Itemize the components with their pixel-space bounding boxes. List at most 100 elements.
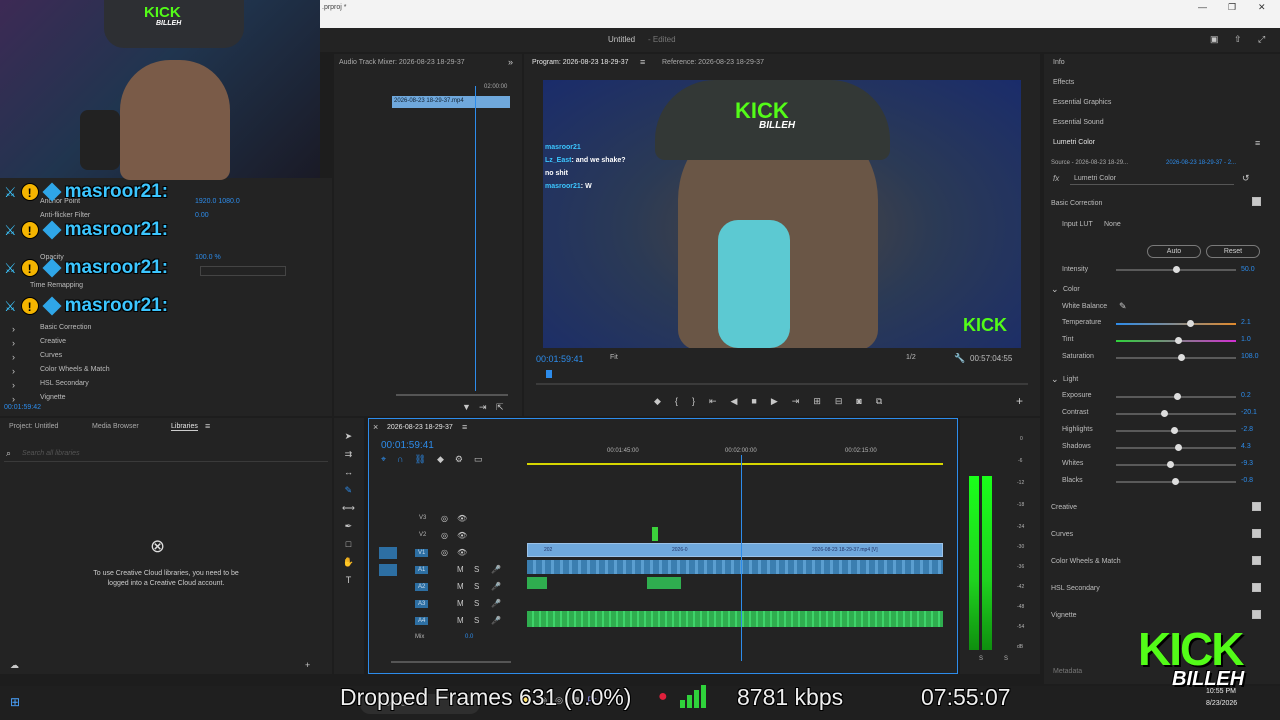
selection-tool-icon[interactable]: ➤ — [342, 430, 355, 442]
mute-icon[interactable]: M — [457, 598, 464, 610]
color-slider[interactable] — [1116, 337, 1236, 344]
marker-icon[interactable]: ◆ — [654, 395, 661, 407]
lumetri-section[interactable]: Color Wheels & Match — [1044, 554, 1280, 574]
audio-clip-a1[interactable] — [527, 560, 943, 574]
add-button-icon[interactable]: + — [1016, 395, 1023, 407]
lumetri-section[interactable]: HSL Secondary — [1044, 581, 1280, 601]
fx-value[interactable]: 0.00 — [195, 212, 209, 219]
timeline-timecode[interactable]: 00:01:59:41 — [381, 440, 434, 451]
light-slider[interactable] — [1116, 427, 1236, 434]
tab-project[interactable]: Project: Untitled — [9, 423, 58, 430]
panel-lumetri-color[interactable]: Lumetri Color — [1053, 139, 1095, 146]
light-slider[interactable] — [1116, 478, 1236, 485]
mark-in-icon[interactable]: { — [675, 395, 678, 407]
fx-value[interactable]: 1920.0 1080.0 — [195, 198, 240, 205]
filter-icon[interactable]: ▼ — [462, 401, 471, 413]
light-slider[interactable] — [1116, 393, 1236, 400]
program-timecode[interactable]: 00:01:59:41 — [536, 354, 584, 364]
captions-icon[interactable]: ▭ — [474, 453, 483, 465]
razor-tool-icon[interactable]: ✎ — [342, 484, 355, 496]
fullscreen-icon[interactable]: ⤢ — [1258, 33, 1265, 45]
quality-select[interactable]: 1/2 — [906, 354, 916, 361]
windows-start-icon[interactable]: ⊞ — [10, 696, 20, 708]
ripple-edit-icon[interactable]: ↔ — [342, 466, 355, 478]
slider-knob[interactable] — [1171, 478, 1179, 485]
eye-icon[interactable]: ◎ — [441, 547, 448, 559]
mic-icon[interactable]: 🎤 — [491, 615, 501, 627]
light-value[interactable]: 0.2 — [1241, 392, 1251, 399]
solo-icon[interactable]: S — [474, 615, 479, 627]
blend-mode-select[interactable] — [200, 266, 286, 276]
tab-program[interactable]: Program: 2026-08-23 18-29-37 — [532, 59, 629, 66]
graphic-clip[interactable] — [652, 527, 658, 541]
color-value[interactable]: 2.1 — [1241, 319, 1251, 326]
search-input[interactable]: Search all libraries — [22, 450, 80, 457]
track-label-v2[interactable]: V2 — [419, 532, 426, 538]
tab-sequence[interactable]: 2026-08-23 18-29-37 — [387, 424, 453, 431]
rectangle-tool-icon[interactable]: □ — [342, 538, 355, 550]
slider-knob[interactable] — [1175, 444, 1183, 451]
chevron-right-icon[interactable]: › — [12, 351, 15, 363]
chevron-right-icon[interactable]: » — [508, 56, 513, 68]
panel-essential-sound[interactable]: Essential Sound — [1053, 119, 1104, 126]
chevron-right-icon[interactable]: › — [12, 337, 15, 349]
wrench-icon[interactable]: ⇱ — [496, 401, 504, 413]
mixer-clip[interactable]: 2026-08-23 18-29-37.mp4 — [392, 96, 510, 108]
reset-icon[interactable]: ↺ — [1242, 172, 1250, 184]
source-patch-v1[interactable] — [379, 547, 397, 559]
track-label-a1[interactable]: A1 — [415, 566, 429, 574]
snap-icon[interactable]: ∩ — [397, 453, 403, 465]
basic-correction-checkbox[interactable] — [1252, 197, 1261, 206]
lumetri-section-checkbox[interactable] — [1252, 556, 1261, 565]
color-slider[interactable] — [1116, 320, 1236, 327]
light-slider[interactable] — [1116, 461, 1236, 468]
light-slider[interactable] — [1116, 410, 1236, 417]
camera-icon[interactable]: ◙ — [856, 395, 861, 407]
timeline-playhead[interactable] — [741, 455, 742, 661]
play-icon[interactable]: ▶ — [771, 395, 778, 407]
nest-icon[interactable]: ⌖ — [381, 453, 386, 465]
section-color[interactable]: Color — [1063, 286, 1080, 293]
slider-knob[interactable] — [1167, 461, 1174, 468]
tab-media-browser[interactable]: Media Browser — [92, 423, 139, 430]
section-basic-correction[interactable]: Basic Correction — [1051, 200, 1102, 207]
program-scrubber[interactable] — [536, 383, 1028, 385]
panel-info[interactable]: Info — [1053, 59, 1065, 66]
color-value[interactable]: 1.0 — [1241, 336, 1251, 343]
light-slider[interactable] — [1116, 444, 1236, 451]
new-item-icon[interactable]: + — [305, 659, 310, 671]
export-frame-icon[interactable]: ⇥ — [479, 401, 487, 413]
source-selector[interactable]: 2026-08-23 18-29-37 - 2... — [1166, 160, 1236, 166]
tab-reference[interactable]: Reference: 2026-08-23 18-29-37 — [662, 59, 764, 66]
stop-icon[interactable]: ■ — [751, 395, 756, 407]
step-back-icon[interactable]: ◀ — [731, 395, 738, 407]
close-icon[interactable]: ✕ — [1258, 2, 1266, 13]
minimize-icon[interactable]: — — [1198, 2, 1207, 12]
fit-select[interactable]: Fit — [610, 354, 618, 361]
lumetri-section-checkbox[interactable] — [1252, 529, 1261, 538]
lumetri-section[interactable]: Creative — [1044, 500, 1280, 520]
extract-icon[interactable]: ⊟ — [835, 395, 843, 407]
mixer-scrollbar[interactable] — [396, 394, 508, 396]
lift-icon[interactable]: ⊞ — [813, 395, 821, 407]
input-lut-select[interactable]: None — [1104, 221, 1121, 228]
lumetri-section[interactable]: Curves — [1044, 527, 1280, 547]
wrench-icon[interactable]: 🔧 — [954, 352, 965, 364]
track-label-v1[interactable]: V1 — [415, 549, 429, 557]
add-marker-icon[interactable]: ◆ — [437, 453, 444, 465]
slider-knob[interactable] — [1177, 354, 1185, 361]
mic-icon[interactable]: 🎤 — [491, 581, 501, 593]
chevron-right-icon[interactable]: › — [12, 323, 15, 335]
eye-icon[interactable]: ◎ — [441, 513, 448, 525]
intensity-slider[interactable] — [1116, 266, 1236, 273]
visibility-icon[interactable]: 👁 — [457, 530, 467, 542]
track-label-v3[interactable]: V3 — [419, 515, 426, 521]
type-tool-icon[interactable]: T — [342, 574, 355, 586]
section-light[interactable]: Light — [1063, 376, 1078, 383]
eyedropper-icon[interactable]: ✎ — [1119, 300, 1127, 312]
mic-icon[interactable]: 🎤 — [491, 564, 501, 576]
light-value[interactable]: -2.8 — [1241, 426, 1253, 433]
timeline-zoom-scrollbar[interactable] — [391, 661, 511, 663]
solo-icon[interactable]: S — [474, 581, 479, 593]
video-clip[interactable]: 202 2026-0 2026-08-23 18-29-37.mp4 [V] — [527, 543, 943, 557]
